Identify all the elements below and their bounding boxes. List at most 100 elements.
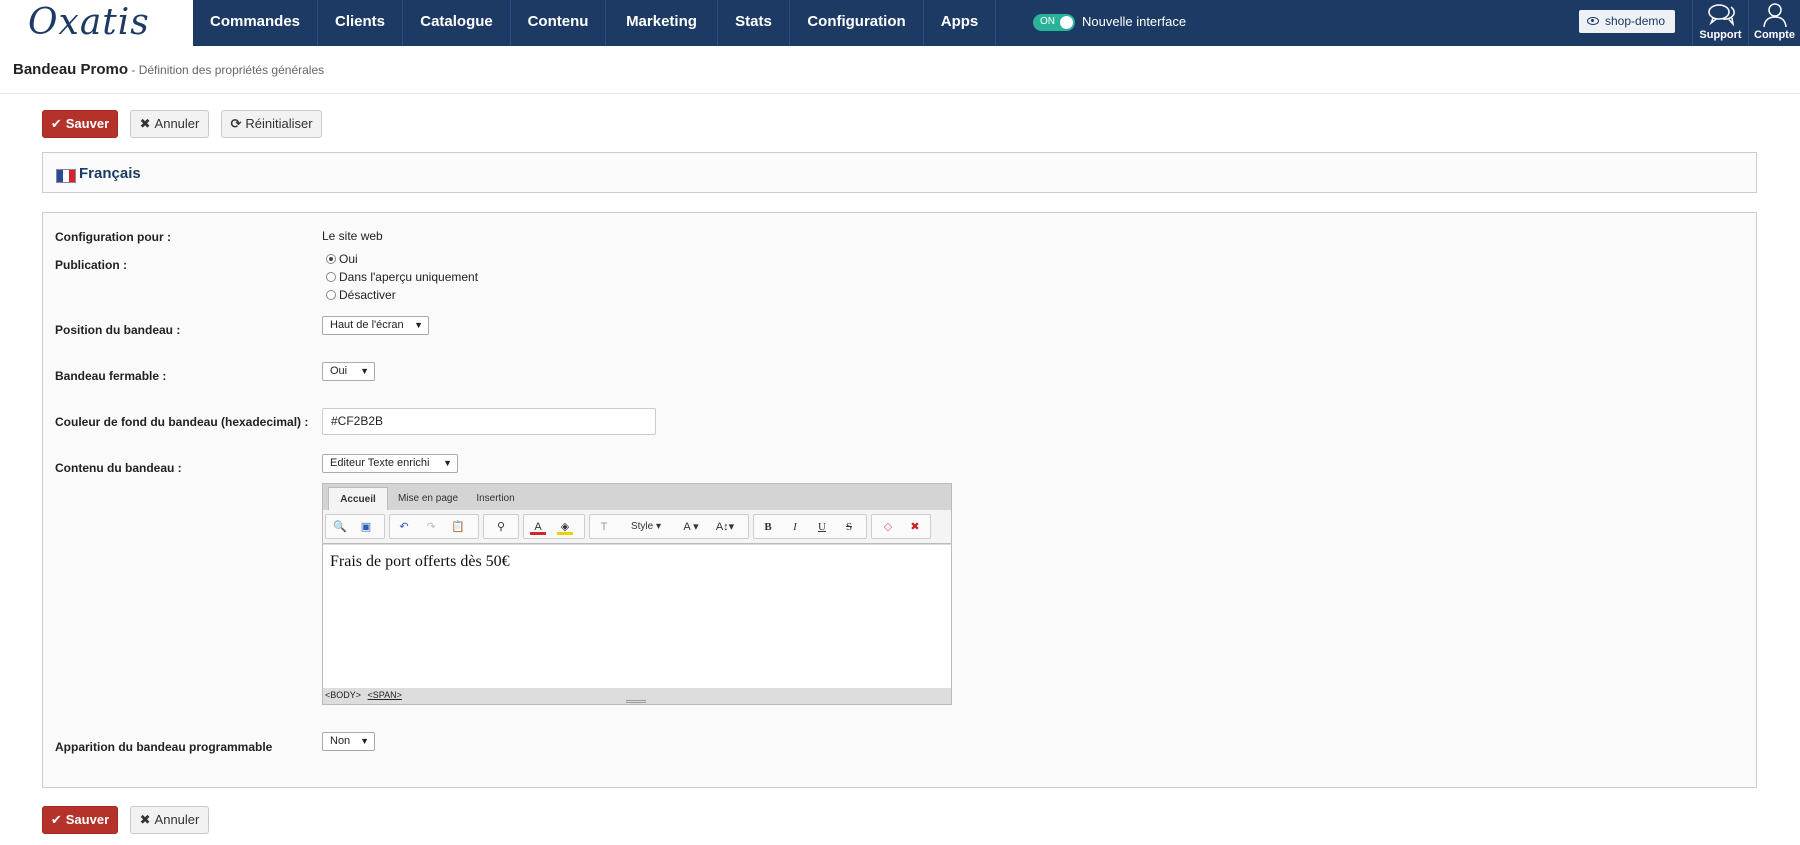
refresh-icon: ⟳ (230, 116, 242, 131)
publication-option-oui[interactable]: Oui (326, 252, 358, 266)
nav-stats[interactable]: Stats (718, 0, 790, 46)
cancel-button-top[interactable]: ✖ Annuler (130, 110, 209, 138)
nav-marketing[interactable]: Marketing (606, 0, 718, 46)
caret-down-icon: ▼ (414, 320, 423, 330)
page-title: Bandeau Promo - Définition des propriété… (13, 61, 324, 78)
font-color-icon[interactable]: A (530, 519, 546, 535)
editor-tab-insertion[interactable]: Insertion (468, 487, 523, 510)
editor-content-area[interactable]: Frais de port offerts dès 50€ (323, 545, 951, 688)
reset-label: Réinitialiser (245, 116, 313, 131)
radio-oui[interactable] (326, 254, 336, 264)
color-input[interactable]: #CF2B2B (322, 408, 656, 435)
close-icon: ✖ (139, 116, 151, 131)
support-button[interactable]: Support (1692, 0, 1748, 46)
radio-apercu-label: Dans l'aperçu uniquement (339, 270, 479, 284)
cancel-label-bottom: Annuler (154, 812, 200, 827)
save-label: Sauver (65, 116, 110, 131)
radio-desactiver-label: Désactiver (339, 288, 396, 302)
delete-icon[interactable]: ✖ (907, 519, 923, 535)
account-button[interactable]: Compte (1748, 0, 1800, 46)
nav-catalogue[interactable]: Catalogue (403, 0, 511, 46)
status-span-tag[interactable]: <SPAN> (368, 690, 402, 700)
toolbar-group-format: B I U S (753, 514, 867, 539)
schedule-select[interactable]: Non ▼ (322, 732, 375, 751)
find-icon[interactable]: 🔍 (332, 519, 348, 535)
nav-apps[interactable]: Apps (924, 0, 996, 46)
title-divider (0, 93, 1800, 94)
publication-option-apercu[interactable]: Dans l'aperçu uniquement (326, 270, 478, 284)
logo-area[interactable]: Oxatis (0, 0, 193, 46)
shop-demo-button[interactable]: shop-demo (1579, 10, 1675, 33)
content-mode-select[interactable]: Editeur Texte enrichi ▼ (322, 454, 458, 473)
editor-tab-accueil[interactable]: Accueil (328, 487, 388, 510)
nav-commandes[interactable]: Commandes (193, 0, 318, 46)
caret-down-icon: ▼ (360, 736, 369, 746)
redo-icon[interactable]: ↷ (423, 519, 439, 535)
save-button-bottom[interactable]: ✔ Sauver (42, 806, 118, 834)
page-subtitle: - Définition des propriétés générales (128, 63, 325, 77)
style-dropdown[interactable]: Style ▾ (622, 519, 670, 535)
check-icon: ✔ (50, 812, 62, 827)
publication-option-desactiver[interactable]: Désactiver (326, 288, 396, 302)
nav-clients[interactable]: Clients (318, 0, 403, 46)
style-dropdown-label: Style (630, 521, 654, 532)
account-label: Compte (1754, 29, 1795, 41)
text-style-icon[interactable]: T (596, 519, 612, 535)
editor-status-bar: <BODY> <SPAN> (325, 690, 402, 700)
preview-icon[interactable]: ▣ (358, 519, 374, 535)
eraser-icon[interactable]: ◇ (880, 519, 896, 535)
italic-icon[interactable]: I (787, 519, 803, 535)
page-title-text: Bandeau Promo (13, 61, 129, 78)
reset-button[interactable]: ⟳ Réinitialiser (221, 110, 322, 138)
language-label: Français (79, 165, 141, 182)
closable-select[interactable]: Oui ▼ (322, 362, 375, 381)
chat-bubbles-icon (1708, 4, 1735, 27)
closable-label: Bandeau fermable : (55, 369, 167, 383)
content-mode-value: Editeur Texte enrichi (330, 457, 430, 469)
eye-icon (1587, 17, 1599, 25)
closable-select-value: Oui (330, 365, 348, 377)
content-label: Contenu du bandeau : (55, 461, 182, 475)
editor-content-text[interactable]: Frais de port offerts dès 50€ (330, 553, 510, 571)
radio-desactiver[interactable] (326, 290, 336, 300)
cancel-button-bottom[interactable]: ✖ Annuler (130, 806, 209, 834)
language-panel: Français (42, 152, 1757, 193)
font-size-increase-dropdown[interactable]: A↕▾ (710, 519, 740, 535)
strikethrough-icon[interactable]: S (841, 519, 857, 535)
save-button-top[interactable]: ✔ Sauver (42, 110, 118, 138)
editor-resize-handle[interactable] (626, 700, 646, 703)
cancel-label: Annuler (154, 116, 200, 131)
check-icon: ✔ (50, 116, 62, 131)
paste-icon[interactable]: 📋 (450, 519, 466, 535)
user-icon (1763, 3, 1787, 28)
save-label-bottom: Sauver (65, 812, 110, 827)
new-interface-toggle[interactable]: ON (1033, 14, 1075, 31)
nav-configuration[interactable]: Configuration (790, 0, 924, 46)
oxatis-logo[interactable]: Oxatis (28, 2, 150, 43)
close-icon: ✖ (139, 812, 151, 827)
font-size-dropdown[interactable]: A ▾ (678, 519, 704, 535)
toolbar-group-history: ↶ ↷ 📋 (389, 514, 479, 539)
position-label: Position du bandeau : (55, 323, 181, 337)
undo-icon[interactable]: ↶ (396, 519, 412, 535)
position-select[interactable]: Haut de l'écran ▼ (322, 316, 429, 335)
rich-text-editor: Accueil Mise en page Insertion 🔍 ▣ ↶ ↷ 📋… (322, 483, 952, 705)
publication-label: Publication : (55, 258, 127, 272)
highlight-icon[interactable]: ◈ (557, 519, 573, 535)
underline-icon[interactable]: U (814, 519, 830, 535)
nav-contenu[interactable]: Contenu (511, 0, 606, 46)
toolbar-group-search: ⚲ (483, 514, 519, 539)
toggle-knob (1060, 16, 1073, 29)
toggle-state-label: ON (1040, 16, 1055, 27)
new-interface-label: Nouvelle interface (1082, 14, 1187, 29)
bold-icon[interactable]: B (760, 519, 776, 535)
status-body-tag[interactable]: <BODY> (325, 690, 361, 700)
editor-tabs: Accueil Mise en page Insertion (323, 484, 951, 510)
editor-tab-mise-en-page[interactable]: Mise en page (393, 487, 463, 510)
color-label: Couleur de fond du bandeau (hexadecimal)… (55, 415, 309, 429)
binoculars-icon[interactable]: ⚲ (493, 519, 509, 535)
top-navbar: Oxatis Commandes Clients Catalogue Conte… (0, 0, 1800, 46)
schedule-label: Apparition du bandeau programmable (55, 740, 273, 754)
radio-apercu[interactable] (326, 272, 336, 282)
toolbar-group-view: 🔍 ▣ (325, 514, 385, 539)
